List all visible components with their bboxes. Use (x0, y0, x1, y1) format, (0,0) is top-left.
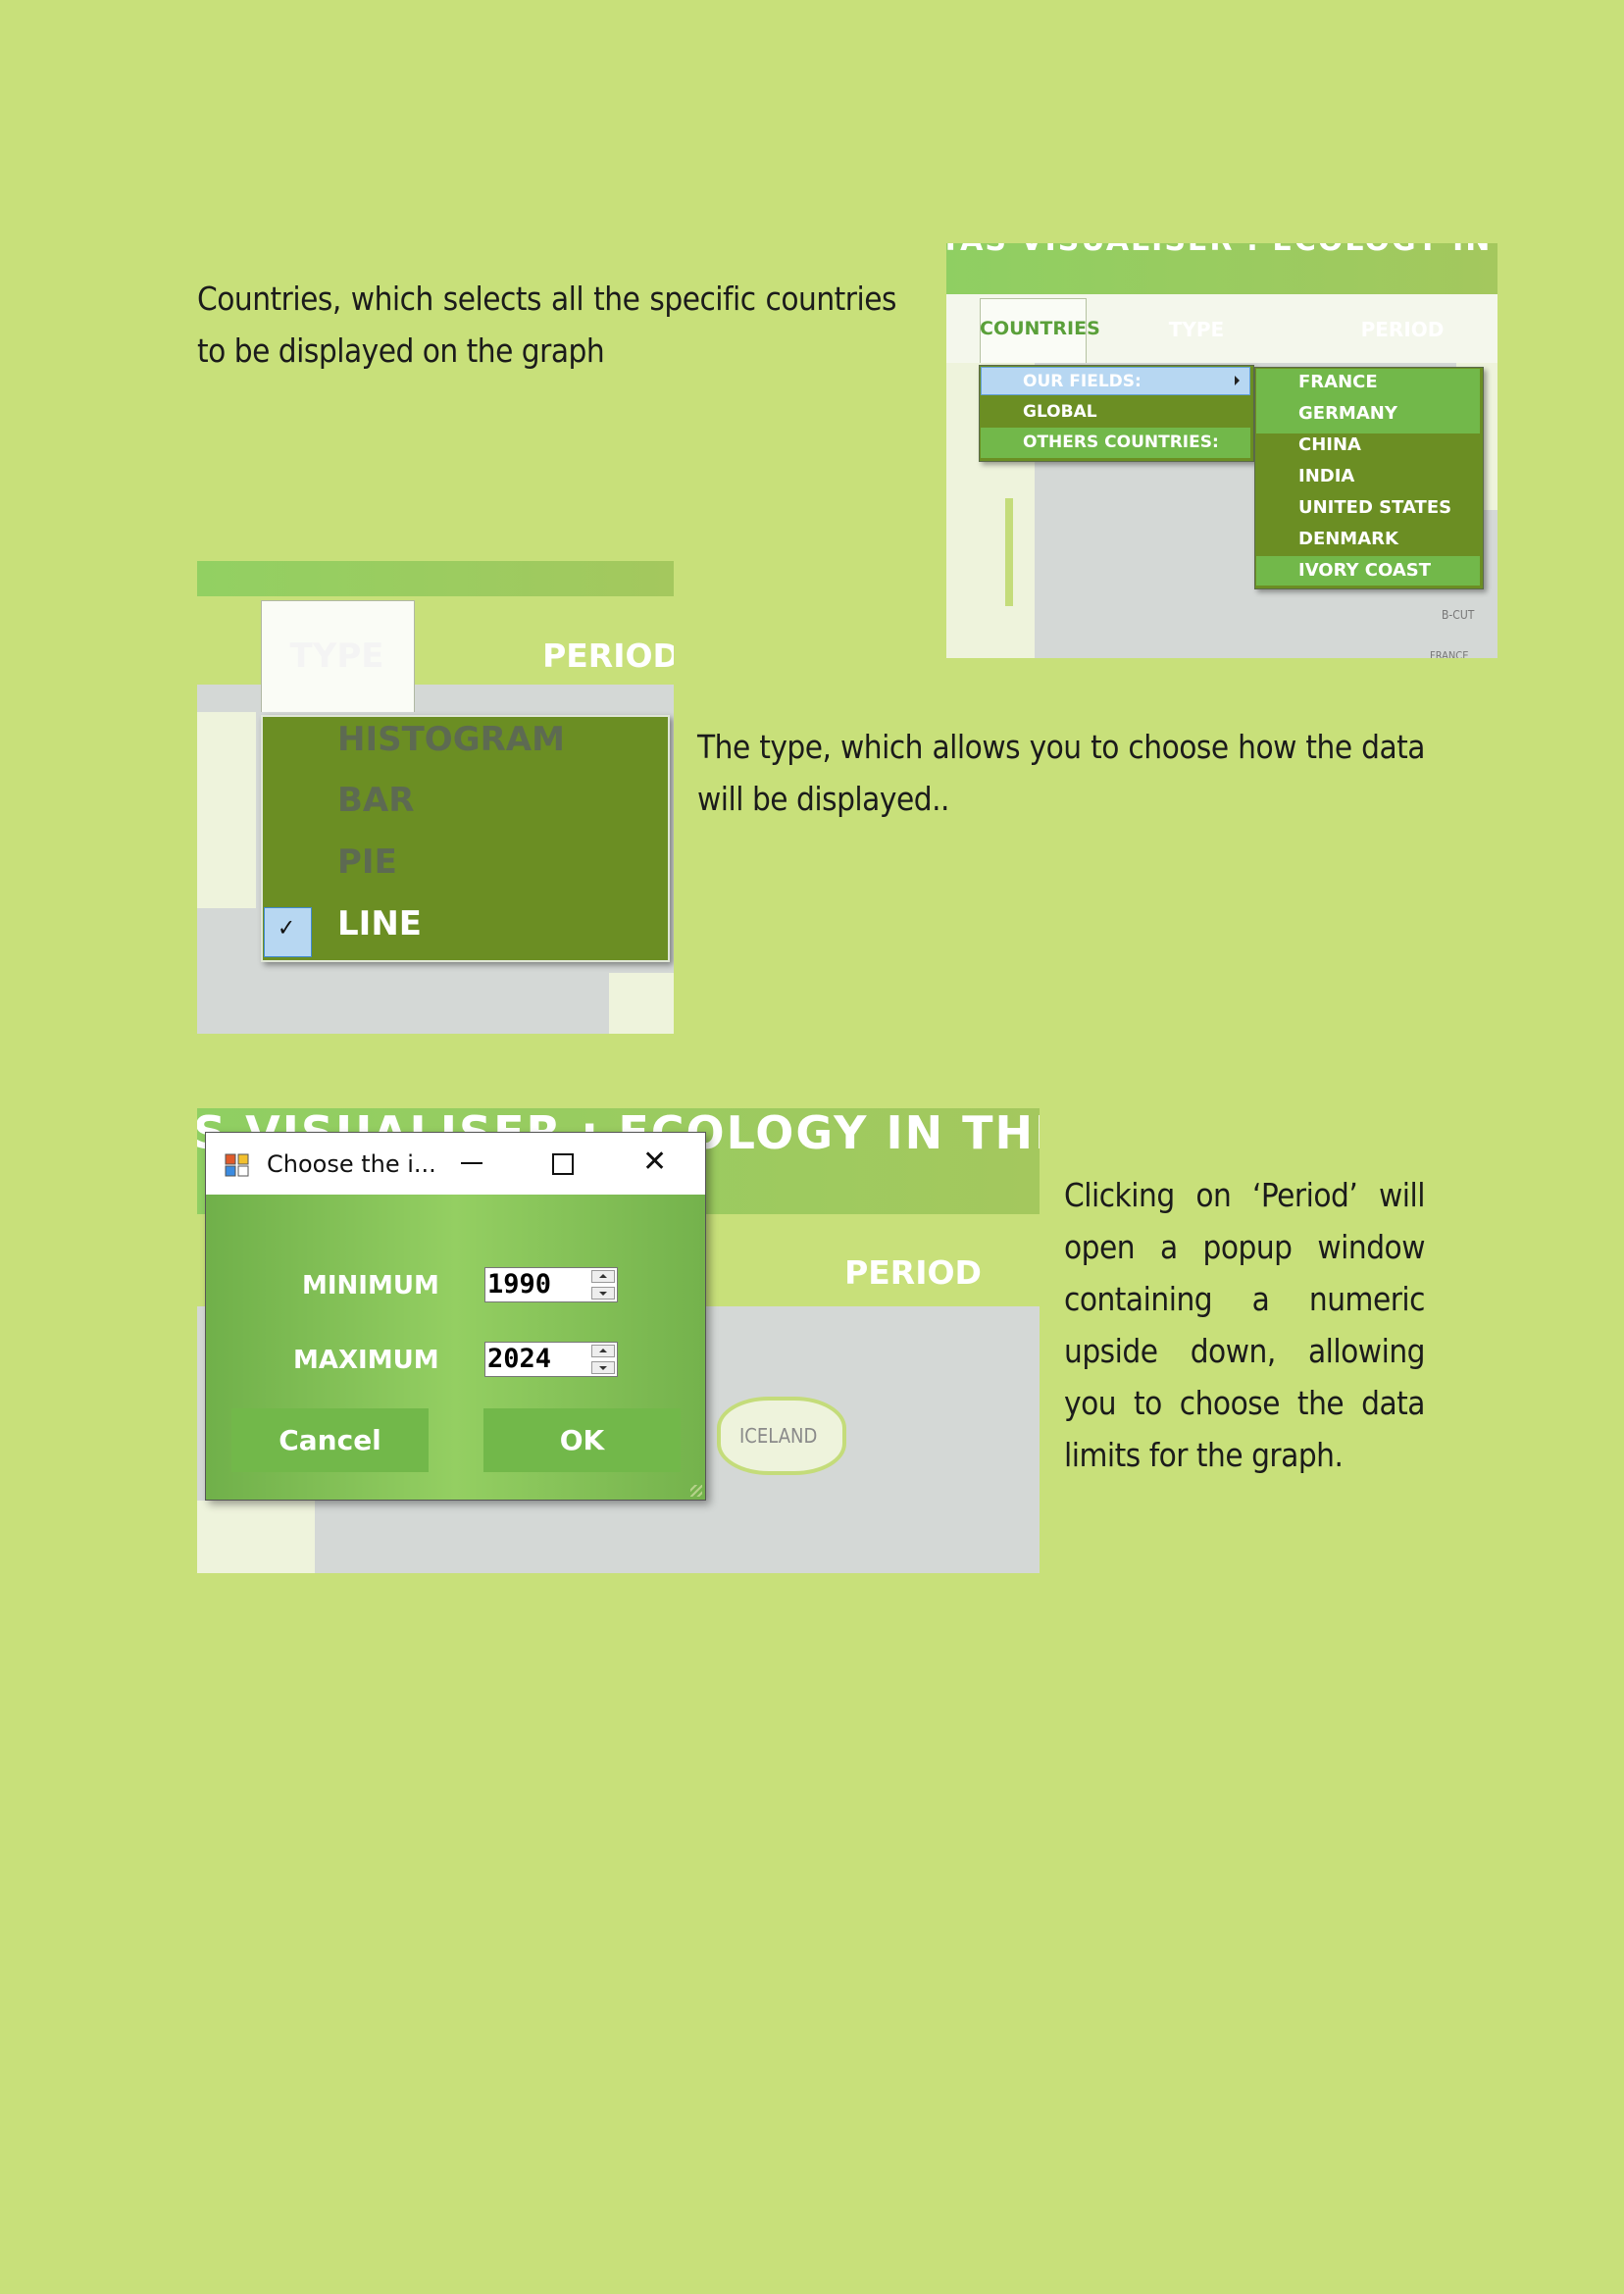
menu-item-bar[interactable]: BAR (337, 781, 414, 820)
submenu-arrow-icon (1235, 376, 1240, 385)
submenu-item-ivory-coast[interactable]: IVORY COAST (1298, 560, 1431, 581)
tab-type[interactable]: TYPE (1142, 318, 1250, 341)
maximum-stepper[interactable]: 2024 (484, 1342, 618, 1377)
tab-period[interactable]: PERIOD (1344, 318, 1461, 341)
map-land-bottom (609, 973, 674, 1034)
maximum-label: MAXIMUM (293, 1346, 439, 1375)
menu-item-global[interactable]: GLOBAL (1023, 402, 1097, 422)
tab-countries-label: COUNTRIES (980, 318, 1100, 339)
tab-period[interactable]: PERIOD (844, 1253, 982, 1292)
tab-type-label: TYPE (289, 637, 384, 676)
period-dialog: Choose the i... ✕ MINIMUM 1990 MAXIMUM 2… (205, 1132, 706, 1501)
maximum-value: 2024 (487, 1344, 552, 1374)
stepper-up-icon[interactable] (591, 1345, 615, 1357)
submenu-item-denmark[interactable]: DENMARK (1298, 529, 1398, 549)
screenshot-type-menu: TYPE PERIOD HISTOGRAM BAR PIE ✓ LINE (197, 561, 674, 1034)
map-coast (1005, 498, 1013, 606)
map-label-iceland: ICELAND (739, 1424, 818, 1448)
menu-item-line[interactable]: LINE (337, 904, 422, 943)
screenshot-countries-menu: TAS VISUALISER : ECOLOGY IN THE COU COUN… (946, 243, 1497, 658)
close-icon[interactable]: ✕ (642, 1145, 667, 1179)
dialog-title: Choose the i... (267, 1150, 436, 1178)
resize-grip-icon[interactable] (690, 1485, 702, 1497)
cancel-button-label: Cancel (279, 1424, 381, 1456)
submenu-item-france[interactable]: FRANCE (1298, 372, 1378, 392)
map-label: B-CUT (1442, 608, 1475, 622)
submenu-item-united-states[interactable]: UNITED STATES (1298, 497, 1451, 518)
ok-button-label: OK (559, 1424, 605, 1456)
map-land-bottom (197, 1501, 315, 1573)
minimize-icon[interactable] (461, 1162, 482, 1164)
map-label: FRANCE (1430, 649, 1469, 658)
menu-item-others-countries[interactable]: OTHERS COUNTRIES: (1023, 433, 1219, 452)
checkmark-icon: ✓ (278, 914, 296, 942)
submenu-item-india[interactable]: INDIA (1298, 466, 1354, 486)
minimum-value: 1990 (487, 1269, 552, 1300)
menu-item-our-fields-label: OUR FIELDS: (1023, 372, 1142, 391)
stepper-up-icon[interactable] (591, 1270, 615, 1283)
cancel-button[interactable]: Cancel (231, 1408, 429, 1472)
paragraph-type: The type, which allows you to choose how… (697, 728, 1426, 818)
app-icon (225, 1152, 250, 1178)
map-land (197, 712, 256, 908)
screenshot-period-dialog: S VISUALISER : ECOLOGY IN THE CO PERIOD … (197, 1108, 1040, 1573)
submenu-item-china[interactable]: CHINA (1298, 434, 1361, 455)
app-banner (197, 561, 674, 596)
stepper-down-icon[interactable] (591, 1287, 615, 1300)
submenu-item-germany[interactable]: GERMANY (1298, 403, 1397, 424)
banner-title: TAS VISUALISER : ECOLOGY IN THE COU (946, 243, 1497, 258)
menu-item-pie[interactable]: PIE (337, 842, 397, 882)
menu-item-histogram[interactable]: HISTOGRAM (337, 720, 565, 759)
paragraph-period: Clicking on ‘Period’ will open a popup w… (1064, 1176, 1426, 1474)
minimum-stepper[interactable]: 1990 (484, 1267, 618, 1302)
paragraph-countries: Countries, which selects all the specifi… (197, 280, 897, 370)
minimum-label: MINIMUM (302, 1271, 439, 1300)
maximize-icon[interactable] (552, 1153, 574, 1175)
ok-button[interactable]: OK (483, 1408, 681, 1472)
stepper-down-icon[interactable] (591, 1361, 615, 1374)
tab-period[interactable]: PERIOD (542, 637, 674, 675)
